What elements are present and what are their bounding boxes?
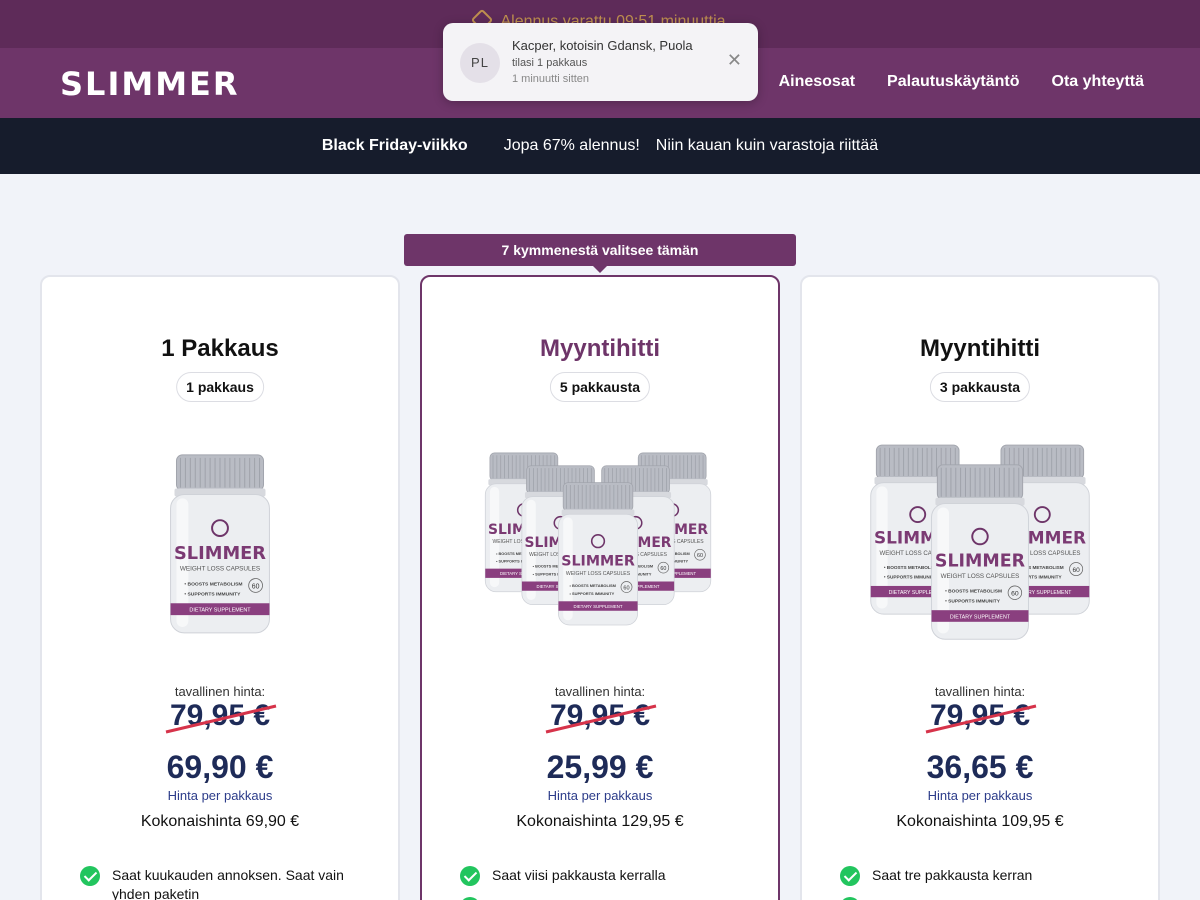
per-package-label: Hinta per pakkaus	[167, 788, 273, 803]
package-card[interactable]: 1 Pakkaus 1 pakkaus SLIMMER WEIGHT LOSS C…	[40, 275, 400, 900]
package-count-badge: 1 pakkaus	[176, 372, 264, 402]
total-price: Kokonaishinta 129,95 €	[516, 813, 684, 830]
total-price: Kokonaishinta 69,90 €	[140, 813, 300, 830]
purchase-notification: PL Kacper, kotoisin Gdansk, Puola tilasi…	[443, 23, 758, 101]
total-price: Kokonaishinta 109,95 €	[896, 813, 1064, 830]
card-title: Myyntihitti	[540, 335, 660, 362]
bottle-slot: SLIMMER WEIGHT LOSS CAPSULES • BOOSTS META…	[170, 454, 270, 634]
svg-text:• BOOSTS METABOLISM: • BOOSTS METABOLISM	[570, 583, 617, 588]
svg-text:60: 60	[252, 583, 260, 590]
promo-note: Niin kauan kuin varastoja riittää	[655, 137, 879, 154]
svg-text:60: 60	[623, 585, 629, 591]
regular-price-label: tavallinen hinta:	[934, 684, 1026, 699]
package-card[interactable]: Myyntihitti 3 pakkausta SLIMMER WEIGHT LO…	[800, 275, 1160, 900]
feature-item: Saat tre pakkausta kerran	[840, 866, 1130, 886]
feature-text: Saat tre pakkausta kerran	[872, 867, 1033, 883]
check-icon	[80, 866, 100, 886]
package-count-badge: 3 pakkausta	[929, 372, 1031, 402]
svg-text:• BOOSTS METABOLISM: • BOOSTS METABOLISM	[945, 589, 1002, 595]
feature-text: Saat kuukauden annoksen. Saat vain yhden…	[112, 867, 344, 900]
regular-price-label: tavallinen hinta:	[554, 684, 646, 699]
product-image: SLIMMERWEIGHT LOSS CAPSULES• BOOSTS META…	[870, 444, 1090, 640]
nav-link-contact[interactable]: Ota yhteyttä	[1052, 73, 1144, 91]
svg-text:• SUPPORTS IMMUNITY: • SUPPORTS IMMUNITY	[945, 598, 1001, 604]
feature-item: Saat viisi pakkausta kerralla	[460, 866, 750, 886]
promo-discount: Jopa 67% alennus!	[503, 137, 640, 154]
bottle-slot: SLIMMERWEIGHT LOSS CAPSULES • BOOSTS META…	[558, 482, 638, 626]
notification-action: tilasi 1 pakkaus	[512, 57, 588, 69]
svg-text:60: 60	[1011, 591, 1019, 598]
svg-text:60: 60	[697, 553, 703, 559]
package-card-featured[interactable]: Myyntihitti 5 pakkausta SLIMMERWEIGHT LO…	[420, 275, 780, 900]
check-icon	[840, 866, 860, 886]
package-count-badge: 5 pakkausta	[549, 372, 651, 402]
svg-text:60: 60	[660, 566, 666, 572]
card-title: 1 Pakkaus	[161, 335, 279, 362]
price: 36,65 €	[926, 749, 1034, 785]
svg-text:SLIMMER: SLIMMER	[174, 543, 266, 564]
svg-text:• BOOSTS METABOLISM: • BOOSTS METABOLISM	[884, 565, 939, 570]
svg-text:• SUPPORTS IMMUNITY: • SUPPORTS IMMUNITY	[184, 591, 241, 597]
svg-text:SLIMMER: SLIMMER	[561, 554, 635, 570]
feature-item: Saat kuukauden annoksen. Saat vain yhden…	[80, 866, 370, 900]
product-image: SLIMMER WEIGHT LOSS CAPSULES • BOOSTS META…	[170, 454, 270, 634]
notification-time: 1 minuutti sitten	[512, 73, 590, 85]
logo[interactable]: SLIMMER	[60, 65, 240, 103]
svg-text:DIETARY SUPPLEMENT: DIETARY SUPPLEMENT	[574, 604, 623, 609]
svg-text:WEIGHT LOSS CAPSULES: WEIGHT LOSS CAPSULES	[566, 571, 631, 577]
price: 25,99 €	[546, 749, 654, 785]
svg-text:• BOOSTS METABOLISM: • BOOSTS METABOLISM	[184, 581, 242, 587]
svg-text:DIETARY SUPPLEMENT: DIETARY SUPPLEMENT	[189, 608, 251, 614]
svg-text:DIETARY SUPPLEMENT: DIETARY SUPPLEMENT	[950, 614, 1011, 620]
check-icon	[460, 866, 480, 886]
nav-link-ingredients[interactable]: Ainesosat	[779, 73, 855, 91]
svg-text:WEIGHT LOSS CAPSULES: WEIGHT LOSS CAPSULES	[941, 573, 1020, 580]
regular-price-label: tavallinen hinta:	[174, 684, 266, 699]
per-package-label: Hinta per pakkaus	[547, 788, 653, 803]
old-price: 79,95 €	[929, 699, 1031, 732]
close-icon[interactable]: ✕	[727, 51, 742, 69]
promo-banner: Black Friday-viikko Jopa 67% alennus! Ni…	[0, 118, 1200, 174]
product-image: SLIMMERWEIGHT LOSS CAPSULES • BOOSTS META…	[484, 452, 712, 626]
notification-name: Kacper, kotoisin Gdansk, Puola	[512, 38, 693, 53]
nav-link-return-policy[interactable]: Palautuskäytäntö	[887, 73, 1019, 91]
per-package-label: Hinta per pakkaus	[927, 788, 1033, 803]
promo-title: Black Friday-viikko	[321, 137, 468, 154]
old-price: 79,95 €	[169, 699, 271, 732]
card-title: Myyntihitti	[920, 335, 1040, 362]
nav-links: Ainesosat Palautuskäytäntö Ota yhteyttä	[779, 73, 1144, 91]
price: 69,90 €	[166, 749, 274, 785]
svg-text:SLIMMER: SLIMMER	[935, 552, 1026, 572]
svg-text:• SUPPORTS IMMUNITY: • SUPPORTS IMMUNITY	[884, 574, 938, 579]
svg-text:60: 60	[1072, 567, 1080, 574]
avatar: PL	[460, 43, 500, 83]
feature-text: Saat viisi pakkausta kerralla	[492, 867, 666, 883]
bottle-slot: SLIMMERWEIGHT LOSS CAPSULES • BOOSTS META…	[931, 464, 1029, 640]
svg-text:• SUPPORTS IMMUNITY: • SUPPORTS IMMUNITY	[570, 591, 615, 596]
popular-ribbon: 7 kymmenestä valitsee tämän	[404, 234, 796, 273]
old-price: 79,95 €	[549, 699, 651, 732]
svg-text:WEIGHT LOSS CAPSULES: WEIGHT LOSS CAPSULES	[180, 566, 260, 573]
